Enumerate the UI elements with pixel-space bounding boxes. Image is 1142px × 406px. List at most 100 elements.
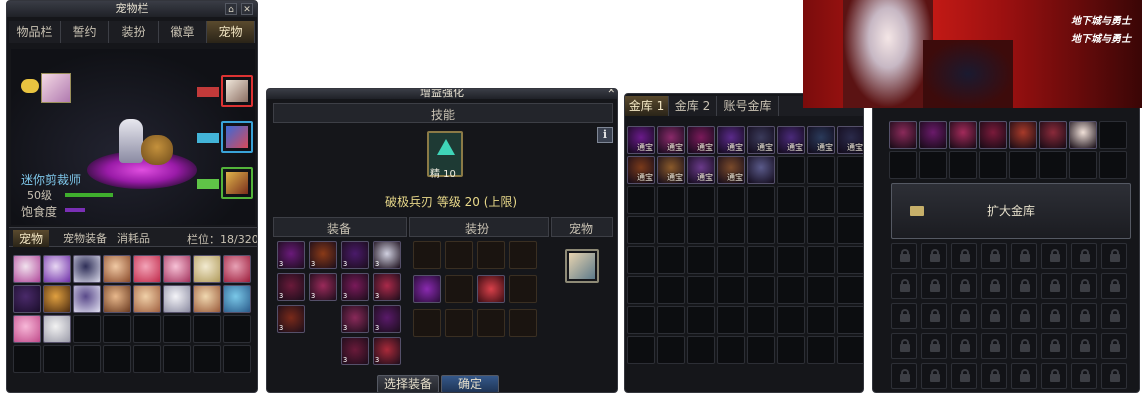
bank-item[interactable]: 通宝 <box>837 126 863 154</box>
tab-emblem[interactable]: 徽章 <box>159 21 207 43</box>
bank-item[interactable]: 通宝 <box>627 156 655 184</box>
bank-slot[interactable] <box>687 306 715 334</box>
avatar-slot[interactable] <box>445 241 473 269</box>
empty-slot[interactable] <box>43 345 71 373</box>
pet-item[interactable] <box>13 255 41 283</box>
avatar-slot[interactable] <box>509 275 537 303</box>
avatar-slot[interactable] <box>477 241 505 269</box>
bank-slot[interactable] <box>717 216 745 244</box>
expand-bank-button[interactable]: 扩大金库 <box>891 183 1131 239</box>
empty-slot[interactable] <box>223 315 251 343</box>
pet-item[interactable] <box>133 255 161 283</box>
empty-slot[interactable] <box>73 315 101 343</box>
pet-item[interactable] <box>103 285 131 313</box>
bank-slot[interactable] <box>627 276 655 304</box>
avatar-item[interactable] <box>477 275 505 303</box>
bank-slot[interactable] <box>657 216 685 244</box>
bank-item[interactable]: 通宝 <box>687 126 715 154</box>
bank-slot[interactable] <box>627 336 655 364</box>
bank-slot[interactable] <box>807 246 835 274</box>
bank-slot[interactable] <box>657 336 685 364</box>
bank-item[interactable]: 通宝 <box>627 126 655 154</box>
bank-item[interactable] <box>1069 121 1097 149</box>
equipment-item[interactable]: 3 <box>341 241 369 269</box>
close-icon[interactable]: ✕ <box>607 89 615 96</box>
empty-slot[interactable] <box>73 345 101 373</box>
pet-item[interactable] <box>223 285 251 313</box>
empty-slot[interactable] <box>193 345 221 373</box>
pet-enhance-slot[interactable] <box>565 249 599 283</box>
bank-slot[interactable] <box>777 156 805 184</box>
bank-item[interactable] <box>747 156 775 184</box>
bank-slot[interactable] <box>837 336 863 364</box>
pet-item[interactable] <box>13 315 41 343</box>
bank-slot[interactable] <box>837 306 863 334</box>
bank-slot[interactable] <box>807 336 835 364</box>
equipment-item[interactable]: 3 <box>341 273 369 301</box>
equipment-item[interactable]: 3 <box>341 337 369 365</box>
bottom-tab-consumable[interactable]: 消耗品 <box>117 230 150 246</box>
confirm-button[interactable]: 确定 <box>441 375 499 392</box>
bank-slot[interactable] <box>889 151 917 179</box>
bank-slot[interactable] <box>919 151 947 179</box>
bank-slot[interactable] <box>807 186 835 214</box>
avatar-item[interactable] <box>413 275 441 303</box>
pet-skill-slot-1[interactable] <box>221 75 253 107</box>
bank-slot[interactable] <box>687 216 715 244</box>
bank-slot[interactable] <box>1069 151 1097 179</box>
bank-item[interactable] <box>1039 121 1067 149</box>
bank-slot[interactable] <box>979 151 1007 179</box>
bank-slot[interactable] <box>627 306 655 334</box>
bank-slot[interactable] <box>657 246 685 274</box>
bank-slot[interactable] <box>657 306 685 334</box>
bank-slot[interactable] <box>837 186 863 214</box>
equipment-item[interactable]: 3 <box>373 337 401 365</box>
tab-account-bank[interactable]: 账号金库 <box>717 96 779 116</box>
close-icon[interactable]: ✕ <box>241 3 253 15</box>
pet-item[interactable] <box>103 255 131 283</box>
equipment-item[interactable]: 3 <box>341 305 369 333</box>
select-equipment-button[interactable]: 选择装备 <box>377 375 439 392</box>
bank-slot[interactable] <box>717 336 745 364</box>
bank-slot[interactable] <box>1099 151 1127 179</box>
bank-slot[interactable] <box>717 246 745 274</box>
bank-item[interactable]: 通宝 <box>657 126 685 154</box>
bank-slot[interactable] <box>807 276 835 304</box>
pet-item[interactable] <box>193 285 221 313</box>
pet-item[interactable] <box>73 285 101 313</box>
bank-slot[interactable] <box>807 306 835 334</box>
empty-slot[interactable] <box>13 345 41 373</box>
tab-bank-2[interactable]: 金库 2 <box>669 96 717 116</box>
bank-slot[interactable] <box>807 156 835 184</box>
tab-avatar[interactable]: 装扮 <box>109 21 159 43</box>
bank-slot[interactable] <box>777 336 805 364</box>
avatar-slot[interactable] <box>445 309 473 337</box>
pet-item[interactable] <box>223 255 251 283</box>
bank-slot[interactable] <box>777 276 805 304</box>
bottom-tab-pet[interactable]: 宠物 <box>13 230 50 247</box>
bank-slot[interactable] <box>837 246 863 274</box>
bank-item[interactable]: 通宝 <box>777 126 805 154</box>
bank-slot[interactable] <box>747 246 775 274</box>
pet-skill-slot-2[interactable] <box>221 121 253 153</box>
avatar-slot[interactable] <box>445 275 473 303</box>
empty-slot[interactable] <box>103 345 131 373</box>
bank-slot[interactable] <box>1009 151 1037 179</box>
avatar-slot[interactable] <box>413 241 441 269</box>
bank-slot[interactable] <box>657 186 685 214</box>
empty-slot[interactable] <box>163 315 191 343</box>
empty-slot[interactable] <box>133 315 161 343</box>
avatar-slot[interactable] <box>413 309 441 337</box>
equipment-item[interactable]: 3 <box>277 273 305 301</box>
equipment-item[interactable]: 3 <box>373 273 401 301</box>
bank-item[interactable] <box>919 121 947 149</box>
pet-item[interactable] <box>43 255 71 283</box>
bank-slot[interactable] <box>747 276 775 304</box>
bank-slot[interactable] <box>747 186 775 214</box>
pet-item[interactable] <box>73 255 101 283</box>
bank-item[interactable] <box>1009 121 1037 149</box>
pet-item[interactable] <box>193 255 221 283</box>
bank-slot[interactable] <box>687 276 715 304</box>
empty-slot[interactable] <box>163 345 191 373</box>
bank-item[interactable] <box>949 121 977 149</box>
